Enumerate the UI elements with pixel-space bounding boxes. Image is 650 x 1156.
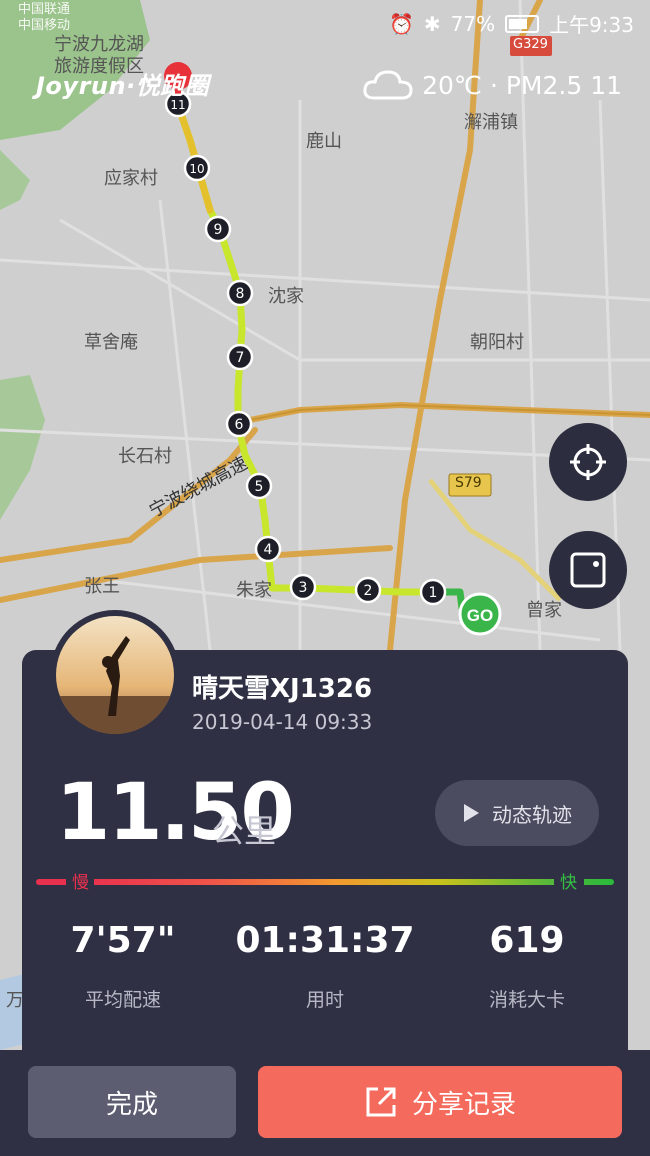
crosshair-icon [570, 444, 606, 480]
bluetooth-icon: ✱ [423, 11, 441, 36]
alarm-icon: ⏰ [388, 11, 414, 36]
run-summary-card: 晴天雪XJ1326 2019-04-14 09:33 11.50 公里 动态轨迹… [22, 610, 628, 1070]
map-label: 澥浦镇 [464, 112, 518, 133]
stat-label: 用时 [305, 989, 344, 1011]
stat-value: 7'57" [70, 920, 176, 961]
status-bar: 中国联通 中国移动 ⏰ ✱ 77% 上午9:33 [0, 0, 650, 44]
start-marker: GO [458, 592, 502, 636]
share-icon [366, 1087, 396, 1117]
clock: 上午9:33 [549, 13, 634, 37]
stat-value: 619 [489, 920, 565, 961]
cloud-icon [363, 70, 413, 100]
battery-percent: 77% [450, 11, 496, 36]
dynamic-track-label: 动态轨迹 [492, 802, 572, 827]
km-marker-6: 6 [225, 410, 253, 438]
map-pin-square-icon [570, 552, 606, 588]
road-badge-s79: S79 [455, 475, 482, 491]
km-marker-3: 3 [289, 573, 317, 601]
km-marker-5: 5 [245, 472, 273, 500]
stat-duration: 01:31:37 用时 [224, 920, 426, 1012]
run-stats: 7'57" 平均配速 01:31:37 用时 619 消耗大卡 [22, 920, 628, 1012]
km-marker-label: 10 [189, 162, 204, 176]
map-layer-button[interactable] [549, 531, 627, 609]
fast-label: 快 [560, 873, 577, 893]
stat-pace: 7'57" 平均配速 [22, 920, 224, 1012]
km-marker-7: 7 [226, 343, 254, 371]
km-marker-label: 7 [236, 350, 245, 366]
battery-icon [505, 14, 540, 33]
km-marker-label: 5 [255, 479, 264, 495]
play-icon [464, 804, 479, 822]
status-right: ⏰ ✱ 77% 上午9:33 [389, 9, 634, 38]
carrier-info: 中国联通 中国移动 [18, 2, 71, 33]
avatar-image [56, 616, 174, 734]
svg-text:GO: GO [467, 606, 493, 625]
avatar[interactable] [50, 610, 180, 740]
km-marker-4: 4 [254, 535, 282, 563]
stat-value: 01:31:37 [235, 920, 415, 961]
distance-unit: 公里 [212, 812, 277, 850]
weather-info: 20℃ · PM2.5 11 [362, 68, 622, 102]
bottom-action-bar: 完成 分享记录 [0, 1050, 650, 1156]
km-marker-8: 8 [226, 279, 254, 307]
map-label: 曾家 [526, 600, 562, 621]
km-marker-2: 2 [354, 576, 382, 604]
km-marker-label: 6 [235, 417, 244, 433]
km-marker-1: 1 [419, 578, 447, 606]
map-label: 张王 [84, 576, 120, 597]
km-marker-label: 9 [214, 222, 223, 238]
share-record-button[interactable]: 分享记录 [258, 1066, 622, 1138]
stat-calories: 619 消耗大卡 [426, 920, 628, 1012]
weather-text: 20℃ · PM2.5 11 [422, 70, 622, 100]
stat-label: 消耗大卡 [488, 989, 565, 1011]
locate-button[interactable] [549, 423, 627, 501]
map-label: 长石村 [118, 446, 172, 467]
km-marker-label: 3 [299, 580, 308, 596]
run-summary-screen: 1 2 3 4 5 6 7 8 9 10 11 GO 宁波九龙湖 旅游度假区 澥浦镇 G329 鹿山… [0, 0, 650, 1156]
run-datetime: 2019-04-14 09:33 [192, 710, 373, 734]
stat-label: 平均配速 [84, 989, 161, 1011]
share-record-label: 分享记录 [411, 1089, 516, 1120]
map-label: 沈家 [268, 286, 304, 307]
map-label: 应家村 [104, 168, 158, 189]
app-logo: Joyrun·悦跑圈 [36, 72, 210, 100]
km-marker-label: 2 [364, 583, 373, 599]
km-marker-10: 10 [183, 154, 211, 182]
map-label: 草舍庵 [84, 332, 138, 353]
username: 晴天雪XJ1326 [192, 674, 373, 704]
pace-gradient-bar: 慢 快 [36, 873, 614, 893]
dynamic-track-button[interactable]: 动态轨迹 [435, 780, 599, 846]
map-label: 鹿山 [306, 131, 342, 152]
km-marker-label: 1 [429, 585, 438, 601]
km-marker-label: 8 [236, 286, 245, 302]
done-button[interactable]: 完成 [28, 1066, 236, 1138]
map-label: 朝阳村 [470, 332, 524, 353]
map-label: 朱家 [236, 580, 272, 601]
slow-label: 慢 [72, 873, 89, 893]
pace-gradient [36, 879, 614, 885]
km-marker-label: 4 [264, 542, 273, 558]
km-marker-9: 9 [204, 215, 232, 243]
